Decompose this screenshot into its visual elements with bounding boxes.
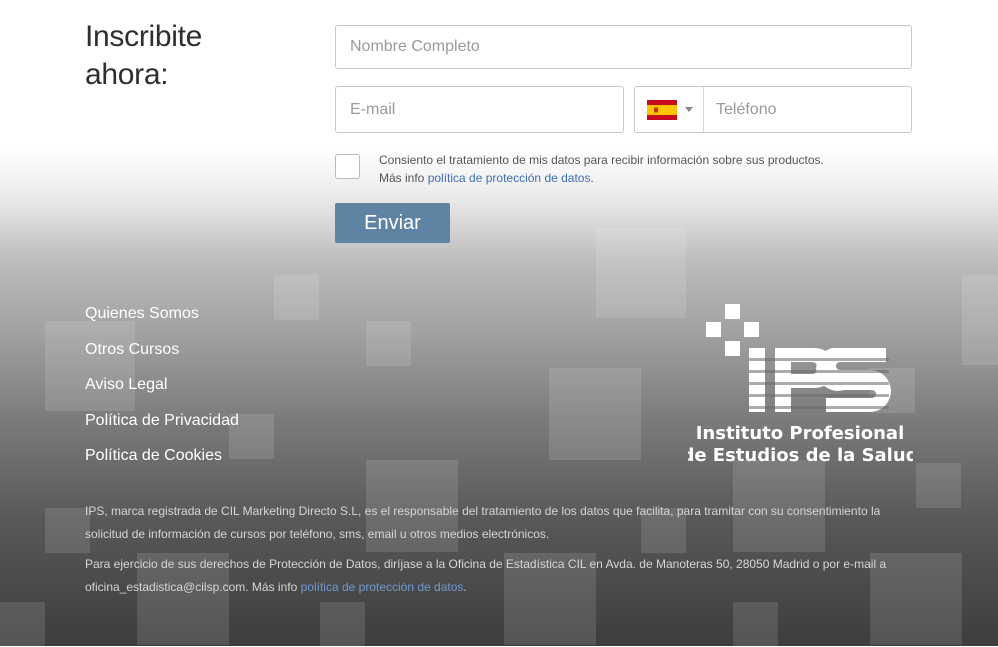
legal-paragraph-2: Para ejercicio de sus derechos de Protec… bbox=[85, 553, 911, 598]
chevron-down-icon bbox=[685, 107, 693, 112]
consent-text: Consiento el tratamiento de mis datos pa… bbox=[379, 153, 824, 167]
footer-nav: Quienes Somos Otros Cursos Aviso Legal P… bbox=[85, 300, 239, 478]
full-name-input[interactable] bbox=[336, 26, 911, 68]
form-title: Inscribite ahora: bbox=[85, 20, 203, 91]
legal-text: IPS, marca registrada de CIL Marketing D… bbox=[85, 500, 911, 606]
consent-text-block: Consiento el tratamiento de mis datos pa… bbox=[379, 151, 899, 187]
full-name-field[interactable] bbox=[335, 25, 912, 69]
logo-line-2: de Estudios de la Salud bbox=[688, 445, 913, 464]
consent-checkbox[interactable] bbox=[335, 154, 360, 179]
spain-flag-icon bbox=[647, 99, 677, 120]
consent-suffix: . bbox=[590, 171, 594, 185]
logo-line-1: Instituto Profesional bbox=[696, 423, 905, 444]
legal-paragraph-1: IPS, marca registrada de CIL Marketing D… bbox=[85, 504, 881, 541]
footer-link-privacidad[interactable]: Política de Privacidad bbox=[85, 407, 239, 443]
footer-link-cookies[interactable]: Política de Cookies bbox=[85, 442, 239, 478]
legal-paragraph-2-text: Para ejercicio de sus derechos de Protec… bbox=[85, 557, 887, 594]
legal-privacy-link[interactable]: política de protección de datos bbox=[301, 580, 464, 594]
country-selector[interactable] bbox=[635, 87, 704, 132]
ips-wordmark bbox=[749, 348, 891, 412]
footer-link-aviso-legal[interactable]: Aviso Legal bbox=[85, 371, 239, 407]
consent-privacy-link[interactable]: política de protección de datos bbox=[428, 171, 591, 185]
ips-logo: Instituto Profesional de Estudios de la … bbox=[688, 304, 913, 464]
phone-field[interactable] bbox=[634, 86, 912, 133]
email-input[interactable] bbox=[336, 87, 623, 132]
email-field[interactable] bbox=[335, 86, 624, 133]
footer-link-otros-cursos[interactable]: Otros Cursos bbox=[85, 336, 239, 372]
footer-link-quienes-somos[interactable]: Quienes Somos bbox=[85, 300, 239, 336]
submit-button[interactable]: Enviar bbox=[335, 203, 450, 243]
legal-suffix: . bbox=[463, 579, 467, 594]
phone-input[interactable] bbox=[704, 87, 911, 132]
consent-more-prefix: Más info bbox=[379, 171, 425, 185]
